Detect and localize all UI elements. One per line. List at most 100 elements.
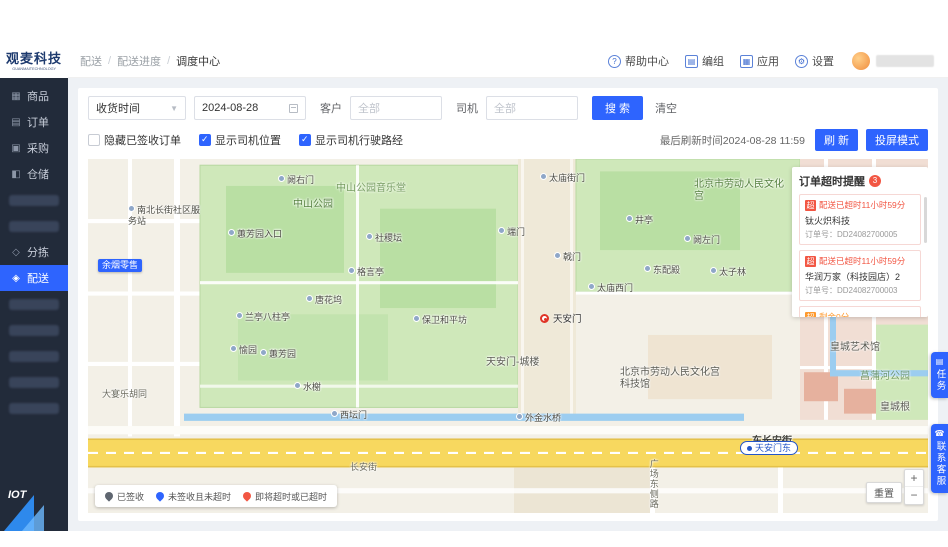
driver-input[interactable]: 全部 [486, 96, 578, 120]
map-label: 太子林 [710, 267, 746, 278]
map-label: 唐花坞 [306, 295, 342, 306]
legend-item: 已签收 [103, 490, 145, 503]
map-label: 菖蒲河公园 [860, 371, 910, 382]
alert-card-row: 超配送已超时11小时59分 [805, 199, 915, 211]
map-label: 井亭 [626, 215, 653, 226]
order-timeout-title: 订单超时提醒 [799, 176, 865, 188]
breadcrumb-separator: / [108, 55, 112, 67]
brand-name: 观麦科技 [5, 50, 62, 66]
map-label: 太庙西门 [588, 283, 633, 294]
map-canvas[interactable]: 中山公园 中山公园音乐堂 北京市劳动人民文化宫 南北长街社区服务站 阙右门 太庙街门 蕙芳园… [88, 159, 928, 513]
sidebar-item-label: 采购 [27, 143, 49, 155]
alert-card[interactable]: 超配送已超时11小时59分 钛火炽科技 订单号：DD24082700005 [799, 194, 921, 245]
sidebar-item-redacted-3[interactable] [0, 291, 68, 317]
brand-logo[interactable]: 观麦科技 GUANMAITECHNOLOGY [0, 45, 68, 78]
checkbox-checked-icon[interactable] [199, 134, 211, 146]
header-action-apps[interactable]: ▦ 应用 [740, 53, 779, 69]
alert-card[interactable]: 超剩余0分华润万家（科技园店）2 [799, 306, 921, 317]
sidebar-item-warehouse[interactable]: ◧ 仓储 [0, 161, 68, 187]
settings-icon: ⚙ [795, 54, 808, 68]
sidebar-item-goods[interactable]: ▦ 商品 [0, 83, 68, 109]
driver-label: 司机 [456, 103, 478, 115]
alert-customer: 华润万家（科技园店）2 [805, 272, 901, 282]
customer-input[interactable]: 全部 [350, 96, 442, 120]
map-label: 格言亭 [348, 267, 384, 278]
hide-signed-checkbox[interactable]: 隐藏已签收订单 [88, 132, 181, 148]
sidebar-nav: ▦ 商品 ▤ 订单 ▣ 采购 ◧ 仓储 ◇ 分拣 ◈ 配送 [0, 78, 68, 471]
task-tab[interactable]: ▤ 任务 [931, 352, 948, 398]
sidebar-item-purchase[interactable]: ▣ 采购 [0, 135, 68, 161]
legend-label: 已签收 [117, 491, 145, 502]
legend-label: 即将超时或已超时 [255, 491, 328, 502]
sidebar-item-redacted-5[interactable] [0, 343, 68, 369]
sidebar-item-redacted-2[interactable] [0, 213, 68, 239]
breadcrumb-item[interactable]: 配送进度 [117, 53, 161, 69]
alert-card-row: 超剩余0分 [805, 311, 915, 317]
map-reset-button[interactable]: 重置 [866, 482, 902, 503]
alert-order-no: 订单号：DD24082700003 [805, 286, 898, 295]
alert-status: 剩余0分 [819, 312, 850, 317]
map-label: 皇城根 [880, 402, 910, 413]
zoom-out-button[interactable]: − [905, 487, 923, 504]
map-label: 太庙街门 [540, 173, 585, 184]
header-action-settings[interactable]: ⚙ 设置 [795, 53, 834, 69]
map-label: 兰亭八柱亭 [236, 312, 290, 323]
breadcrumb-separator: / [167, 55, 171, 67]
sidebar-item-label: 订单 [27, 117, 49, 129]
map-label: 中山公园 [293, 199, 333, 210]
user-area[interactable] [852, 52, 934, 70]
sidebar-item-delivery[interactable]: ◈ 配送 [0, 265, 68, 291]
breadcrumb-item[interactable]: 配送 [80, 53, 102, 69]
iot-footer: IOT [0, 471, 68, 531]
sidebar-item-redacted-1[interactable] [0, 187, 68, 213]
timeout-tag-icon: 超 [805, 199, 816, 211]
legend-item: 未签收且未超时 [154, 490, 231, 503]
sidebar-item-redacted-4[interactable] [0, 317, 68, 343]
toggle-row: 隐藏已签收订单 显示司机位置 显示司机行驶路经 最后刷新时间2024-08-28… [88, 129, 928, 151]
alerts-scrollbar[interactable] [924, 197, 927, 243]
screen-cast-mode-button[interactable]: 投屏模式 [866, 129, 928, 151]
redacted-label [9, 350, 59, 362]
topbar: 配送 / 配送进度 / 调度中心 ? 帮助中心 ▤ 编组 ▦ 应用 ⚙ 设置 [68, 45, 948, 78]
clear-button[interactable]: 清空 [655, 100, 677, 116]
sidebar-item-sorting[interactable]: ◇ 分拣 [0, 239, 68, 265]
header-action-group[interactable]: ▤ 编组 [685, 53, 724, 69]
map-label: 北京市劳动人民文化宫 [694, 179, 784, 202]
search-button[interactable]: 搜 索 [592, 96, 644, 120]
iot-triangle-small-icon [22, 505, 44, 531]
map-label: 水榭 [294, 382, 321, 393]
time-type-value: 收货时间 [96, 103, 140, 115]
goods-icon: ▦ [11, 90, 21, 102]
show-driver-position-checkbox[interactable]: 显示司机位置 [199, 132, 281, 148]
map-label: 蕙芳园入口 [228, 229, 282, 240]
contact-service-tab[interactable]: ☎ 联系客服 [931, 424, 948, 493]
alert-card[interactable]: 超配送已超时11小时59分 华润万家（科技园店）2 订单号：DD2408270000… [799, 250, 921, 301]
order-timeout-list: 超配送已超时11小时59分 钛火炽科技 订单号：DD24082700005 超配送已超… [799, 194, 921, 317]
header-action-help-center[interactable]: ? 帮助中心 [608, 53, 669, 69]
show-driver-route-checkbox[interactable]: 显示司机行驶路经 [299, 132, 403, 148]
order-timeout-header: 订单超时提醒 3 [799, 173, 921, 189]
header-actions: ? 帮助中心 ▤ 编组 ▦ 应用 ⚙ 设置 [608, 53, 834, 69]
map-label: 皇城艺术馆 [830, 342, 880, 353]
sidebar-item-orders[interactable]: ▤ 订单 [0, 109, 68, 135]
time-type-select[interactable]: 收货时间 ▼ [88, 96, 186, 120]
date-picker[interactable]: 2024-08-28 [194, 96, 306, 120]
sidebar-item-redacted-6[interactable] [0, 369, 68, 395]
tiananmen-marker[interactable]: 天安门 [540, 311, 582, 325]
sidebar-item-redacted-7[interactable] [0, 395, 68, 421]
refresh-button[interactable]: 刷 新 [814, 129, 858, 151]
timeout-tag-icon: 超 [805, 255, 816, 267]
map-label: 天安门-城楼 [486, 357, 540, 368]
iot-label: IOT [8, 489, 27, 501]
breadcrumb-item: 调度中心 [176, 56, 221, 68]
checkbox-checked-icon[interactable] [299, 134, 311, 146]
contact-service-label: 联系客服 [934, 441, 946, 487]
checkbox-unchecked-icon[interactable] [88, 134, 100, 146]
legend-item: 即将超时或已超时 [241, 490, 328, 503]
red-pin-icon [540, 313, 549, 323]
avatar[interactable] [852, 52, 870, 70]
page: 观麦科技 GUANMAITECHNOLOGY ▦ 商品 ▤ 订单 ▣ 采购 ◧ 仓储 ◇ 分拣 ◈ 配… [0, 0, 948, 547]
metro-station-label: 天安门东 [755, 443, 792, 453]
legend-pin-icon [103, 490, 115, 502]
zoom-in-button[interactable]: + [905, 470, 923, 487]
